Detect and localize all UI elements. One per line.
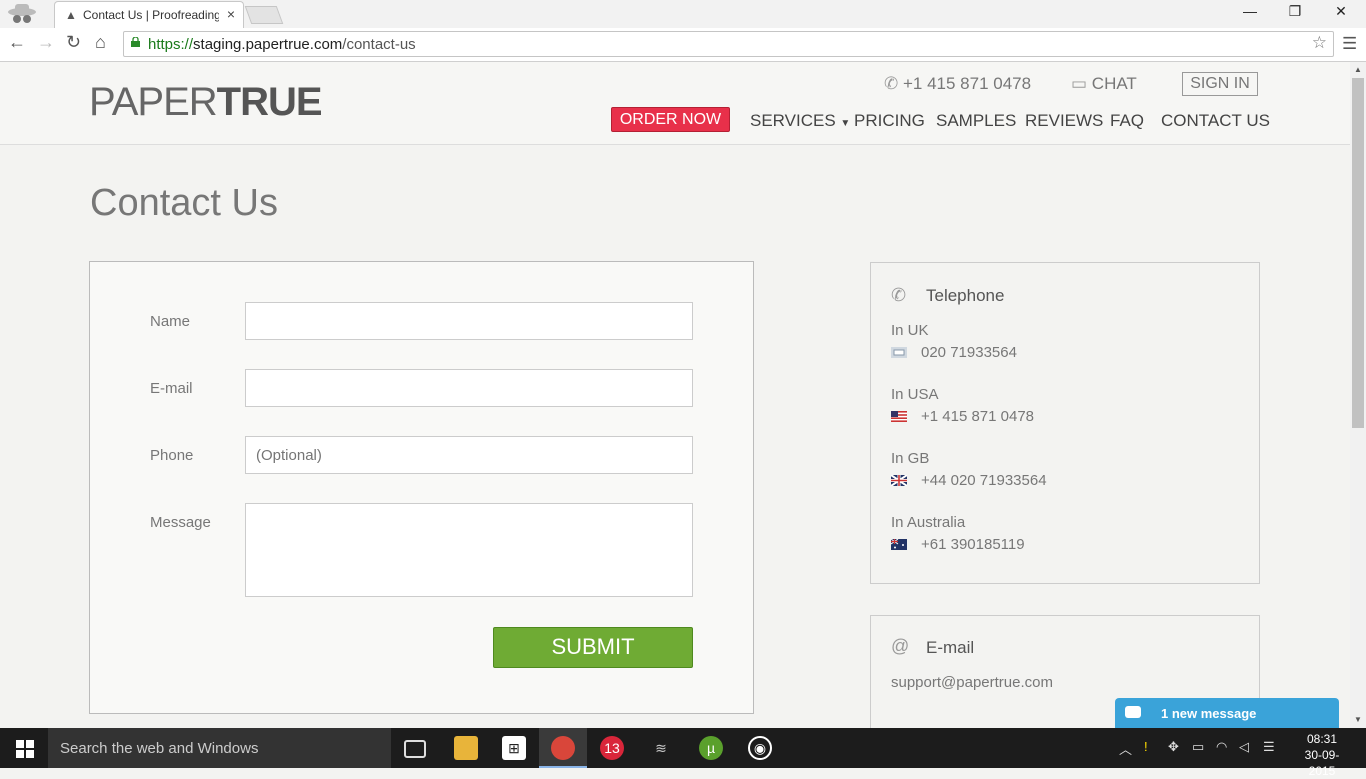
telephone-heading: Telephone [926,286,1005,305]
badge-13-icon[interactable]: 13 [600,736,624,760]
site-header: PAPERTRUE ✆ +1 415 871 0478 ▭ CHAT SIGN … [0,62,1350,145]
at-sign-icon: @ [891,636,910,656]
address-bar[interactable]: https://staging.papertrue.com/contact-us… [123,31,1334,57]
page-scrollbar[interactable]: ▲ ▼ [1350,62,1366,728]
task-view-icon[interactable] [404,740,426,758]
clock-time: 08:31 [1306,732,1338,746]
minimize-icon[interactable]: — [1240,3,1260,19]
web-page: PAPERTRUE ✆ +1 415 871 0478 ▭ CHAT SIGN … [0,62,1350,728]
chat-icon: ▭ [1071,74,1088,93]
taskbar-search[interactable]: Search the web and Windows [48,728,391,768]
email-input[interactable] [245,369,693,407]
phone-icon: ✆ [884,74,899,93]
nav-reviews[interactable]: REVIEWS [1025,111,1103,131]
uk-label: In UK [891,322,929,339]
email-label: E-mail [150,380,193,397]
gb-label: In GB [891,450,930,467]
phone-icon: ✆ [891,285,907,305]
usa-number[interactable]: +1 415 871 0478 [921,408,1034,425]
telephone-box: ✆ Telephone In UK 020 71933564 In USA +1… [870,262,1260,584]
header-chat-link[interactable]: ▭ CHAT [1071,74,1137,94]
alert-icon[interactable]: ! [1144,739,1148,754]
support-email-link[interactable]: support@papertrue.com [891,674,1053,691]
gb-number[interactable]: +44 020 71933564 [921,472,1047,489]
nav-contact-us[interactable]: CONTACT US [1161,111,1270,131]
wifi-icon[interactable]: ◠ [1216,739,1227,755]
home-icon[interactable]: ⌂ [95,32,106,53]
taskbar-clock[interactable]: 08:31 30-09-2015 [1292,731,1352,779]
message-label: Message [150,514,211,531]
reload-icon[interactable]: ↻ [66,32,81,53]
lock-icon [131,37,140,47]
sign-in-button[interactable]: SIGN IN [1182,72,1258,96]
chat-widget[interactable]: 1 new message [1115,698,1339,728]
close-window-icon[interactable]: ✕ [1331,3,1351,20]
message-textarea[interactable] [245,503,693,597]
chrome-icon [551,736,575,760]
australia-flag-icon [891,539,907,550]
scroll-down-icon[interactable]: ▼ [1354,715,1362,724]
browser-menu-icon[interactable]: ☰ [1342,34,1357,54]
battery-icon[interactable]: ▭ [1192,739,1204,755]
utorrent-icon[interactable]: µ [699,736,723,760]
australia-label: In Australia [891,514,966,531]
bookmark-star-icon[interactable]: ☆ [1312,33,1327,53]
chat-bubble-icon [1125,706,1141,718]
forward-icon[interactable]: → [37,32,55,53]
name-label: Name [150,313,191,330]
tornado-icon[interactable]: ≋ [649,736,673,760]
email-heading: E-mail [926,638,975,657]
back-icon[interactable]: ← [8,32,26,53]
restore-icon[interactable]: ❐ [1285,3,1305,20]
contact-form: Name E-mail Phone Message SUBMIT [89,261,754,714]
phone-input[interactable] [245,436,693,474]
store-icon[interactable]: ⊞ [502,736,526,760]
caret-down-icon: ▼ [840,118,851,129]
nav-samples[interactable]: SAMPLES [936,111,1016,131]
header-phone-link[interactable]: ✆ +1 415 871 0478 [884,74,1031,94]
clock-date: 30-09-2015 [1304,748,1340,778]
page-title: Contact Us [90,182,278,224]
scroll-up-icon[interactable]: ▲ [1354,65,1362,74]
uk-number[interactable]: 020 71933564 [921,344,1017,361]
papertrue-logo[interactable]: PAPERTRUE [89,80,323,125]
scrollbar-thumb[interactable] [1352,78,1364,428]
media-app-icon[interactable]: ◉ [748,736,772,760]
volume-icon[interactable]: ◁ [1239,739,1249,755]
dropbox-icon[interactable]: ✥ [1168,739,1179,755]
gb-flag-icon [891,475,907,486]
browser-tab-active[interactable]: ▲ Contact Us | Proofreading × [54,1,244,28]
new-tab-button[interactable] [244,6,284,24]
order-now-button[interactable]: ORDER NOW [611,107,730,132]
show-hidden-icons-icon[interactable]: ︿ [1119,739,1132,758]
uk-flag-icon [891,347,907,358]
usa-label: In USA [891,386,939,403]
favicon-icon: ▲ [65,8,77,22]
windows-taskbar: Search the web and Windows ⊞ 13 ≋ µ ◉ ︿ … [0,728,1366,778]
browser-toolbar: ← → ↻ ⌂ https://staging.papertrue.com/co… [0,28,1366,62]
notifications-icon[interactable]: ☰ [1263,739,1275,755]
chat-widget-text: 1 new message [1161,706,1257,721]
url-text: https://staging.papertrue.com/contact-us [148,36,416,53]
nav-pricing[interactable]: PRICING [854,111,925,131]
tab-close-icon[interactable]: × [227,6,235,22]
windows-start-icon[interactable] [16,740,34,758]
incognito-icon [8,4,36,23]
browser-tab-bar: ▲ Contact Us | Proofreading × — ❐ ✕ [0,0,1366,28]
nav-services[interactable]: SERVICES ▼ [750,111,850,131]
file-explorer-icon[interactable] [454,736,478,760]
usa-flag-icon [891,411,907,422]
submit-button[interactable]: SUBMIT [493,627,693,668]
tab-title: Contact Us | Proofreading [83,8,219,22]
nav-faq[interactable]: FAQ [1110,111,1144,131]
phone-label: Phone [150,447,194,464]
name-input[interactable] [245,302,693,340]
australia-number[interactable]: +61 390185119 [921,536,1025,553]
